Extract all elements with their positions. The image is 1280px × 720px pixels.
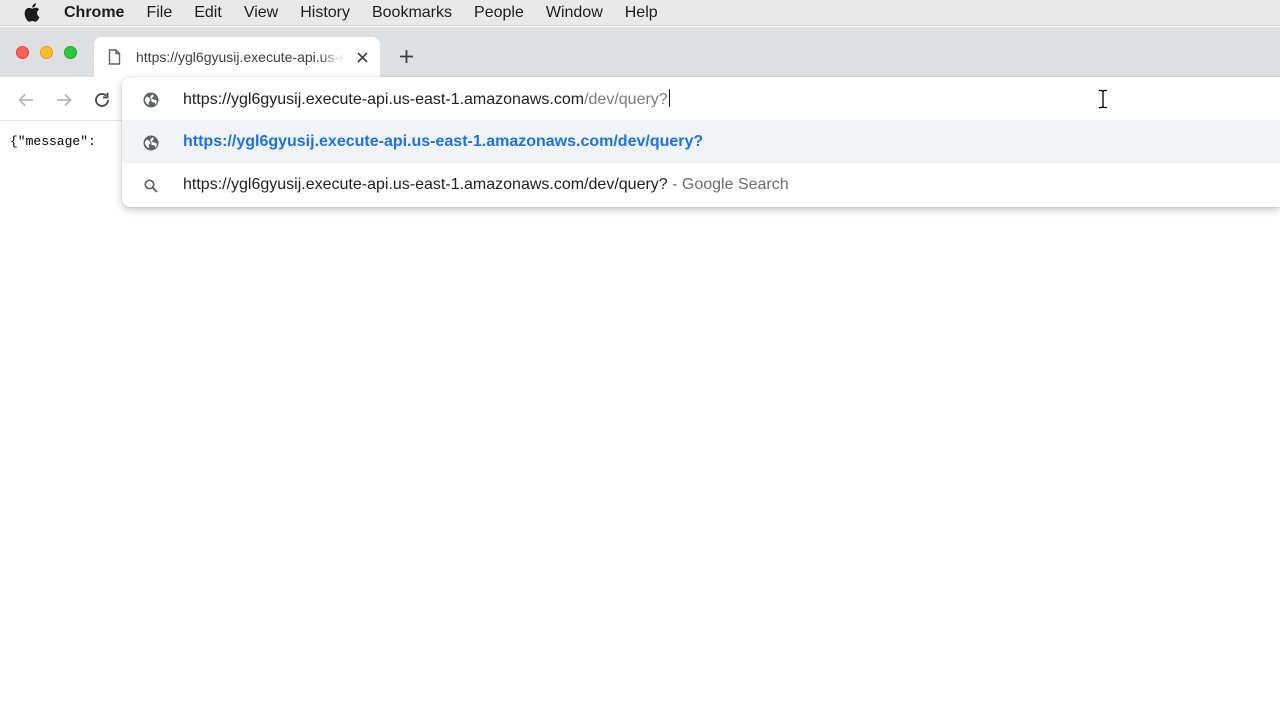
menu-people[interactable]: People [474,4,524,22]
search-icon [142,177,159,194]
document-icon [108,49,122,65]
menu-file[interactable]: File [146,4,172,22]
apple-logo-icon[interactable] [24,3,42,23]
text-cursor-ibeam-icon [1097,89,1109,109]
plus-icon [399,49,413,63]
window-close-button[interactable] [16,46,29,59]
omnibox-input-text[interactable]: https://ygl6gyusij.execute-api.us-east-1… [183,88,670,109]
menu-chrome[interactable]: Chrome [64,4,124,22]
tab-title: https://ygl6gyusij.execute-api.us-east-1… [136,49,344,65]
suggestion-search-text: https://ygl6gyusij.execute-api.us-east-1… [183,175,668,193]
arrow-left-icon [18,93,33,107]
menu-window[interactable]: Window [546,4,603,22]
globe-icon [142,134,159,151]
menu-help[interactable]: Help [625,4,658,22]
suggestion-search-suffix: - Google Search [667,175,789,193]
window-zoom-button[interactable] [64,46,77,59]
omnibox-suggestion-url[interactable]: https://ygl6gyusij.execute-api.us-east-1… [122,120,1280,163]
menu-edit[interactable]: Edit [194,4,222,22]
text-caret [668,88,670,107]
reload-button[interactable] [91,89,113,111]
menu-history[interactable]: History [300,4,350,22]
forward-button[interactable] [53,89,75,111]
macos-menu-bar: Chrome File Edit View History Bookmarks … [0,0,1280,26]
reload-icon [95,92,109,107]
globe-icon [142,91,159,108]
back-button[interactable] [15,89,37,111]
omnibox-suggestion-search[interactable]: https://ygl6gyusij.execute-api.us-east-1… [122,163,1280,206]
window-minimize-button[interactable] [40,46,53,59]
tab-close-icon[interactable] [354,49,370,65]
url-path-text: /dev/query? [584,90,668,108]
page-json-response: {"message": [10,134,96,149]
menu-view[interactable]: View [244,4,278,22]
new-tab-button[interactable] [396,46,416,66]
suggestion-url-text: https://ygl6gyusij.execute-api.us-east-1… [183,132,704,150]
arrow-right-icon [57,93,72,107]
url-host-text: https://ygl6gyusij.execute-api.us-east-1… [183,90,585,108]
menu-bookmarks[interactable]: Bookmarks [372,4,452,22]
suggestion-search-text-wrap: https://ygl6gyusij.execute-api.us-east-1… [183,176,789,194]
browser-tab-active[interactable]: https://ygl6gyusij.execute-api.us-east-1… [94,37,380,77]
